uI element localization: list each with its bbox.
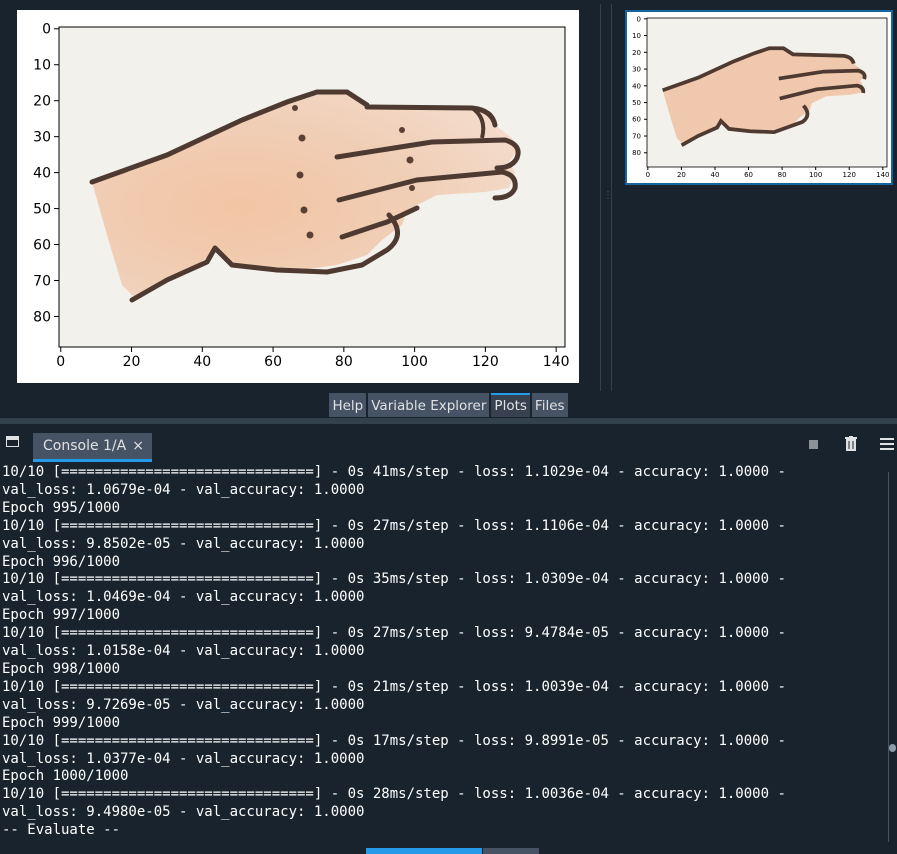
console-line: 10/10 [==============================] -… xyxy=(2,517,786,534)
thumbnail-x-tick-label: 80 xyxy=(778,171,787,179)
trash-icon[interactable] xyxy=(845,436,857,452)
close-icon[interactable]: × xyxy=(132,438,144,454)
thumbnail-y-tick-label: 20 xyxy=(632,49,641,57)
console-line: Epoch 997/1000 xyxy=(2,607,121,624)
thumbnail-x-tick-label: 40 xyxy=(711,171,720,179)
thumbnail-y-tick-label: 60 xyxy=(632,116,641,124)
thumbnail-y-tick-label: 50 xyxy=(632,99,641,107)
main-figure[interactable]: 0 20 40 60 80 100 120 140 0 10 20 30 40 50 60 70 80 xyxy=(17,10,579,383)
main-x-tick-label: 120 xyxy=(472,354,499,370)
main-y-tick-label: 10 xyxy=(33,58,51,74)
tab-files[interactable]: Files xyxy=(531,393,568,417)
console-scrollbar-handle[interactable] xyxy=(889,744,896,752)
thumbnail-x-tick-label: 60 xyxy=(744,171,753,179)
console-line: val_loss: 9.8502e-05 - val_accuracy: 1.0… xyxy=(2,535,365,552)
console-line: val_loss: 9.7269e-05 - val_accuracy: 1.0… xyxy=(2,696,365,713)
main-y-tick-label: 30 xyxy=(33,130,51,146)
thumbnail-y-tick-label: 10 xyxy=(632,32,641,40)
console-line: val_loss: 1.0377e-04 - val_accuracy: 1.0… xyxy=(2,750,365,767)
thumbnail-x-tick-label: 120 xyxy=(843,171,856,179)
main-y-tick-label: 40 xyxy=(33,166,51,182)
plots-tabbar: Help Variable Explorer Plots Files xyxy=(0,393,897,417)
console-line: val_loss: 9.4980e-05 - val_accuracy: 1.0… xyxy=(2,804,365,821)
main-x-tick-label: 20 xyxy=(123,354,141,370)
stop-icon[interactable] xyxy=(809,440,818,449)
console-line: 10/10 [==============================] -… xyxy=(2,625,786,642)
console-line: Epoch 995/1000 xyxy=(2,499,121,516)
console-line: 10/10 [==============================] -… xyxy=(2,786,786,803)
console-pane: Console 1/A × 10/10 [====================… xyxy=(0,424,897,854)
main-y-tick-label: 80 xyxy=(33,309,51,325)
plots-pane: 0 20 40 60 80 100 120 140 0 10 20 30 40 50 60 70 80 ⋮ 0… xyxy=(0,0,897,418)
thumbnail-y-axis: 0 10 20 30 40 50 60 70 80 xyxy=(632,15,647,157)
main-x-tick-label: 60 xyxy=(264,354,282,370)
bottom-tab[interactable] xyxy=(483,848,539,854)
bottom-tab-active[interactable] xyxy=(366,848,482,854)
console-scrollbar[interactable] xyxy=(888,472,895,842)
thumbnail-x-tick-label: 20 xyxy=(677,171,686,179)
hamburger-menu-icon[interactable] xyxy=(880,438,894,450)
console-tab-label: Console 1/A xyxy=(43,438,127,454)
thumbnail-x-axis: 0 20 40 60 80 100 120 140 xyxy=(646,167,889,179)
thumbnail-y-tick-label: 30 xyxy=(632,66,641,74)
main-x-tick-label: 140 xyxy=(543,354,570,370)
main-y-tick-label: 70 xyxy=(33,273,51,289)
thumbnail-x-tick-label: 0 xyxy=(646,171,650,179)
main-x-tick-label: 0 xyxy=(56,354,65,370)
console-output[interactable]: 10/10 [==============================] -… xyxy=(2,464,882,849)
thumbnail-x-tick-label: 100 xyxy=(809,171,822,179)
main-y-tick-label: 0 xyxy=(42,22,51,38)
splitter-handle[interactable]: ⋮ xyxy=(603,190,613,204)
tab-help[interactable]: Help xyxy=(329,393,367,417)
thumbnail-y-tick-label: 70 xyxy=(632,132,641,140)
main-x-axis: 0 20 40 60 80 100 120 140 xyxy=(56,347,570,370)
tab-plots[interactable]: Plots xyxy=(491,393,530,417)
console-line: val_loss: 1.0158e-04 - val_accuracy: 1.0… xyxy=(2,643,365,660)
console-line: val_loss: 1.0469e-04 - val_accuracy: 1.0… xyxy=(2,589,365,606)
console-line: val_loss: 1.0679e-04 - val_accuracy: 1.0… xyxy=(2,481,365,498)
main-figure-svg: 0 20 40 60 80 100 120 140 0 10 20 30 40 50 60 70 80 xyxy=(33,22,570,370)
main-y-tick-label: 60 xyxy=(33,237,51,253)
tab-console[interactable]: Console 1/A × xyxy=(33,433,152,462)
thumbnail-y-tick-label: 0 xyxy=(637,15,641,23)
thumbnail-svg: 0 20 40 60 80 100 120 140 0 10 20 30 40 50 60 70 80 xyxy=(632,15,889,179)
main-y-tick-label: 50 xyxy=(33,201,51,217)
main-y-tick-label: 20 xyxy=(33,94,51,110)
console-line: 10/10 [==============================] -… xyxy=(2,464,786,480)
plot-thumbnail[interactable]: 0 20 40 60 80 100 120 140 0 10 20 30 40 50 60 70 80 xyxy=(625,10,893,185)
console-tabbar: Console 1/A × xyxy=(0,424,897,464)
console-line: 10/10 [==============================] -… xyxy=(2,571,786,588)
console-line: 10/10 [==============================] -… xyxy=(2,732,786,749)
thumbnail-y-tick-label: 80 xyxy=(632,149,641,157)
console-line: Epoch 1000/1000 xyxy=(2,768,129,785)
main-x-tick-label: 40 xyxy=(193,354,211,370)
console-line: 10/10 [==============================] -… xyxy=(2,678,786,695)
main-x-tick-label: 80 xyxy=(335,354,353,370)
console-line: -- Evaluate -- xyxy=(2,822,121,839)
window-icon[interactable] xyxy=(6,436,19,447)
main-x-tick-label: 100 xyxy=(401,354,428,370)
console-line: Epoch 996/1000 xyxy=(2,553,121,570)
thumbnail-x-tick-label: 140 xyxy=(876,171,889,179)
console-line: Epoch 999/1000 xyxy=(2,714,121,731)
console-line: Epoch 998/1000 xyxy=(2,660,121,677)
tab-variable-explorer[interactable]: Variable Explorer xyxy=(368,393,490,417)
thumbnail-y-tick-label: 40 xyxy=(632,82,641,90)
main-y-axis: 0 10 20 30 40 50 60 70 80 xyxy=(33,22,59,325)
